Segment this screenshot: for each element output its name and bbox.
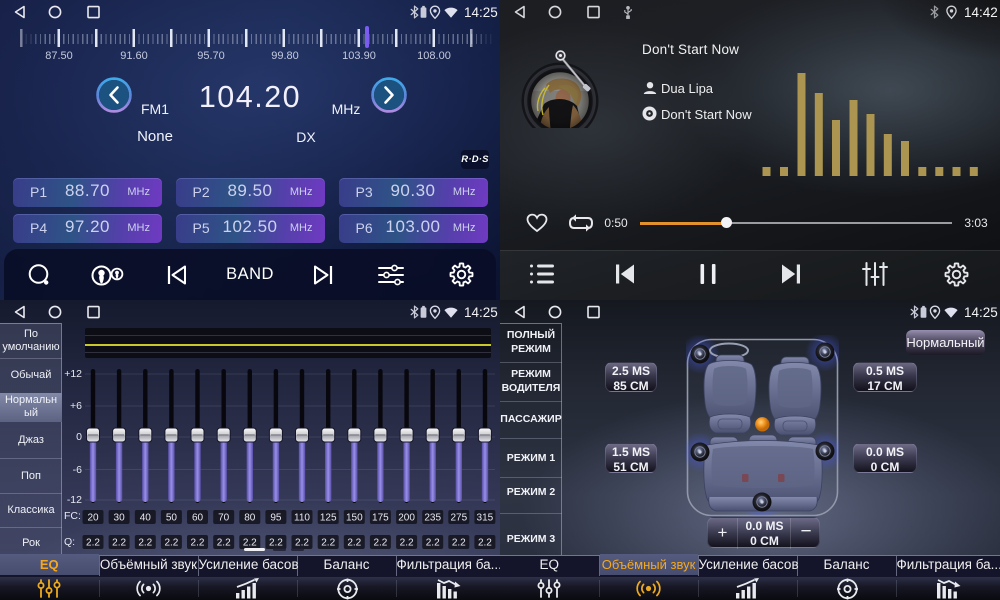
svg-text:2.2: 2.2 [321,538,335,549]
svg-text:235: 235 [424,513,441,524]
svg-text:275: 275 [450,513,467,524]
svg-text:315: 315 [477,513,494,524]
svg-text:2.2: 2.2 [269,538,283,549]
svg-text:30: 30 [114,513,126,524]
svg-text:175: 175 [372,513,389,524]
svg-text:2.2: 2.2 [347,538,361,549]
svg-text:2.2: 2.2 [400,538,414,549]
svg-text:2.2: 2.2 [426,538,440,549]
svg-text:200: 200 [398,513,415,524]
svg-text:110: 110 [294,513,310,524]
svg-text:150: 150 [346,513,363,524]
svg-text:2.2: 2.2 [164,538,178,549]
svg-text:2.2: 2.2 [138,538,152,549]
svg-text:2.2: 2.2 [217,538,231,549]
svg-text:2.2: 2.2 [373,538,387,549]
svg-text:60: 60 [192,513,204,524]
svg-text:80: 80 [244,513,256,524]
svg-text:2.2: 2.2 [191,538,205,549]
svg-text:95: 95 [270,513,282,524]
svg-text:2.2: 2.2 [112,538,126,549]
svg-text:70: 70 [218,513,230,524]
svg-text:2.2: 2.2 [295,538,309,549]
svg-text:40: 40 [140,513,152,524]
svg-text:2.2: 2.2 [86,538,100,549]
svg-text:2.2: 2.2 [243,538,257,549]
svg-text:2.2: 2.2 [452,538,466,549]
svg-text:125: 125 [320,513,337,524]
svg-text:50: 50 [166,513,178,524]
svg-text:2.2: 2.2 [478,538,492,549]
svg-text:20: 20 [87,513,99,524]
